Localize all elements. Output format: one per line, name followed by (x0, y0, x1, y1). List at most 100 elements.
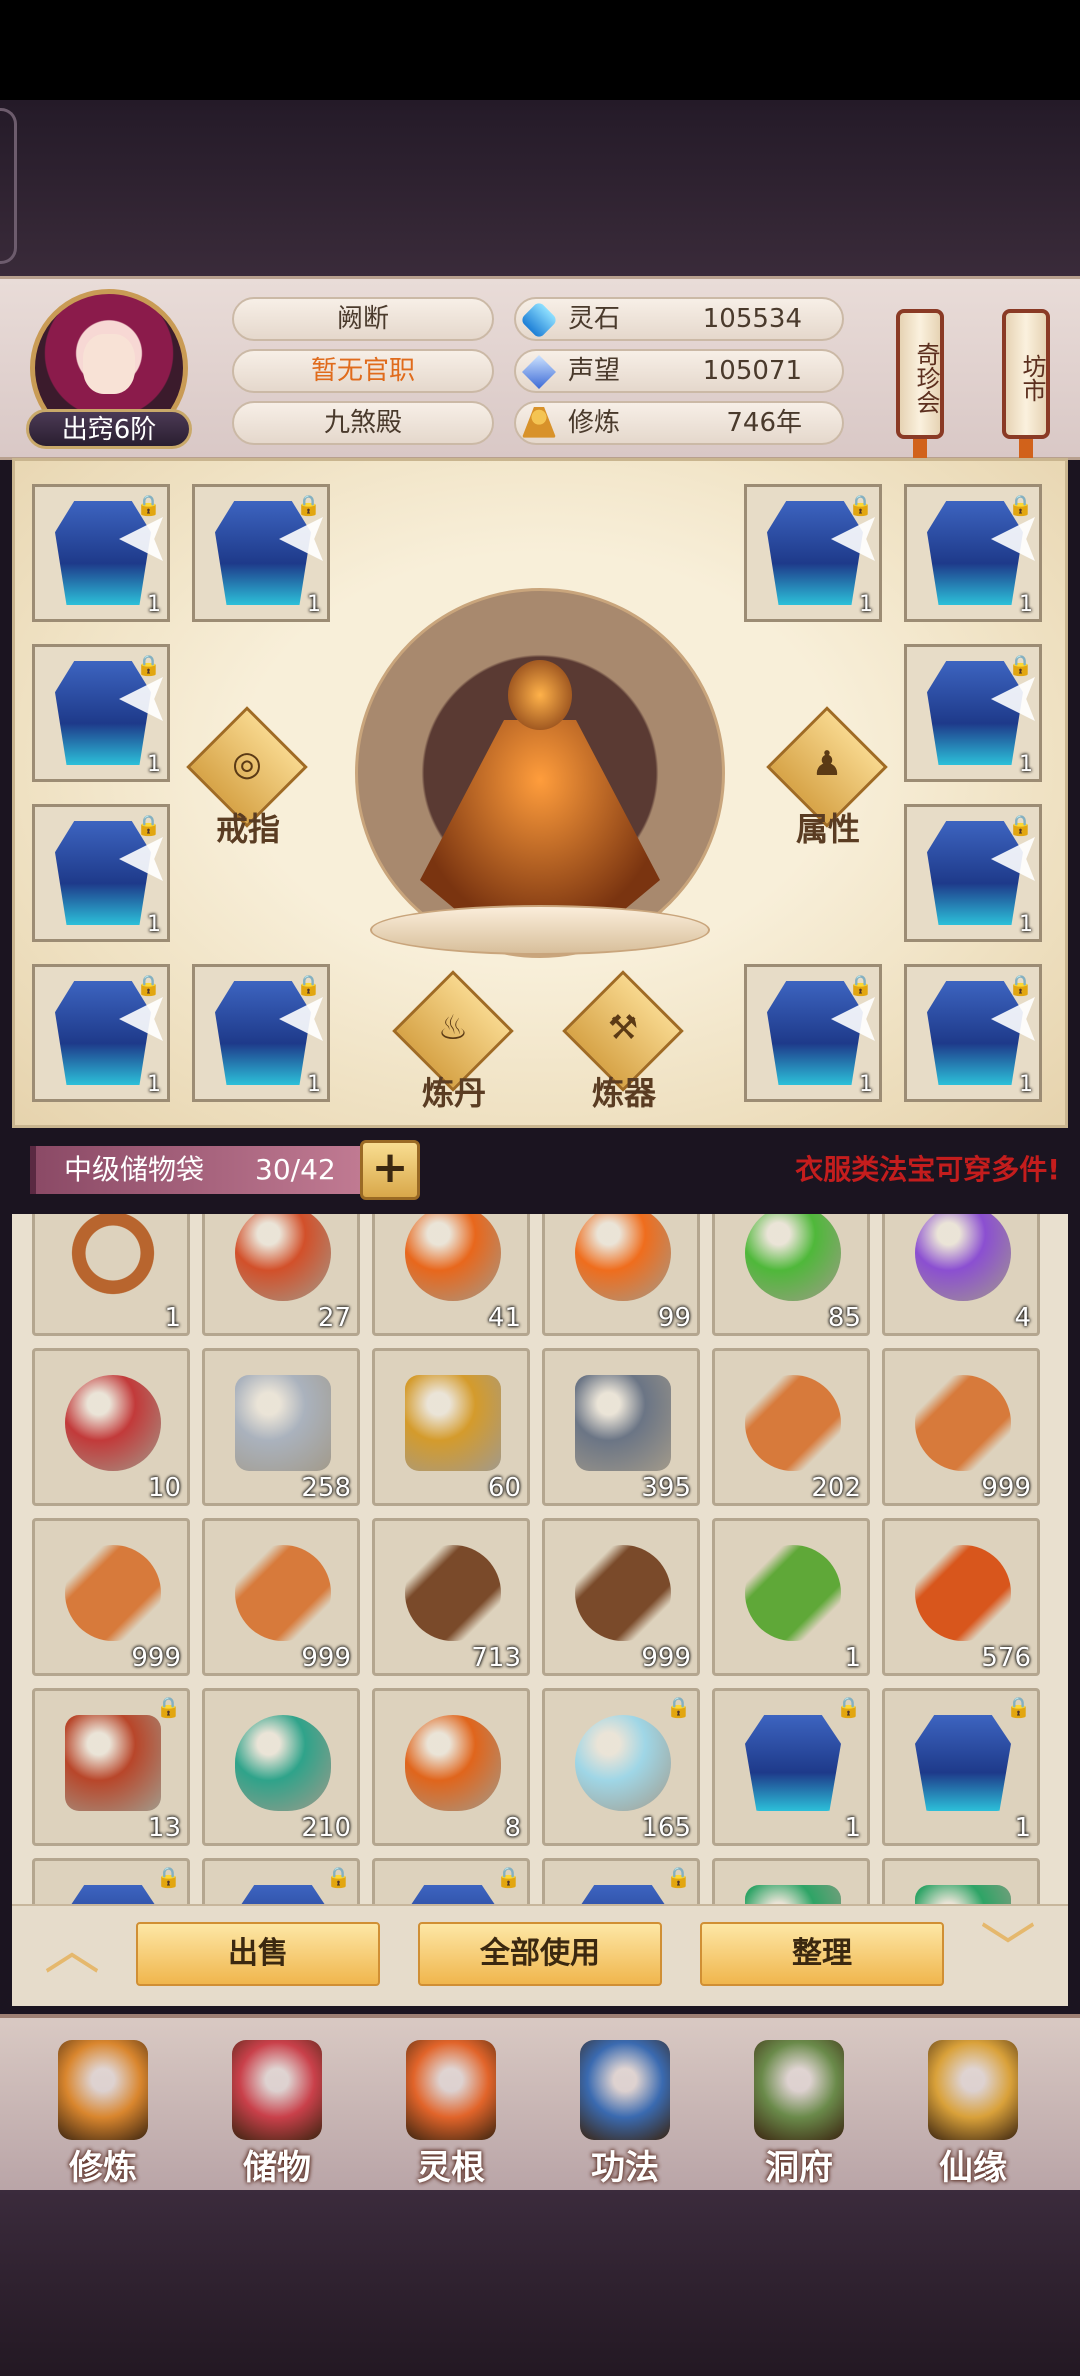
inventory-slot[interactable] (882, 1858, 1040, 1904)
lock-icon: 🔒 (1008, 973, 1033, 997)
equipment-slot[interactable]: 🔒 1 (192, 484, 330, 622)
top-background (0, 100, 1080, 278)
herb-item-icon (915, 1545, 1011, 1641)
equipment-slot[interactable]: 🔒 1 (744, 964, 882, 1102)
inventory-slot[interactable]: 🔒 (32, 1858, 190, 1904)
inventory-slot[interactable]: 🔒 (202, 1858, 360, 1904)
item-count: 999 (301, 1643, 351, 1673)
inventory-slot[interactable]: 🔒 (542, 1858, 700, 1904)
item-count: 1 (147, 592, 161, 617)
item-count: 999 (641, 1643, 691, 1673)
equipment-slot[interactable]: 🔒 1 (904, 484, 1042, 622)
item-count: 1 (844, 1813, 861, 1843)
prestige-crystal-icon (522, 355, 556, 389)
inventory-slot[interactable]: 258 (202, 1348, 360, 1506)
lock-icon: 🔒 (666, 1865, 691, 1889)
inventory-slot[interactable]: 210 (202, 1688, 360, 1846)
equipment-slot[interactable]: 🔒 1 (744, 484, 882, 622)
inventory-slot[interactable]: 🔒 1 (882, 1688, 1040, 1846)
inventory-slot[interactable]: 27 (202, 1214, 360, 1336)
root-item-icon (235, 1545, 331, 1641)
jade-item-icon (745, 1885, 841, 1904)
inventory-slot[interactable]: 🔒 1 (712, 1688, 870, 1846)
sell-button[interactable]: 出售 (136, 1922, 380, 1986)
inventory-slot[interactable]: 395 (542, 1348, 700, 1506)
root-item-icon (745, 1375, 841, 1471)
cave-dwelling-icon (754, 2040, 844, 2140)
market-banner[interactable]: 坊市 (1002, 309, 1050, 439)
equipment-slot[interactable]: 🔒 1 (32, 804, 170, 942)
armor-item-icon (575, 1885, 671, 1904)
armor-item-icon (745, 1715, 841, 1811)
equipment-slot[interactable]: 🔒 1 (32, 644, 170, 782)
inventory-slot[interactable]: 1 (32, 1214, 190, 1336)
nav-item-1[interactable]: 修炼 (28, 2032, 178, 2192)
inventory-slot[interactable]: 41 (372, 1214, 530, 1336)
equipment-slot[interactable]: 🔒 1 (32, 484, 170, 622)
item-count: 1 (1019, 1072, 1033, 1097)
scroll-down-button[interactable]: ﹀ (968, 1923, 1048, 1979)
inventory-slot[interactable]: 999 (542, 1518, 700, 1676)
stat-prestige: 声望 105071 (514, 349, 844, 393)
inventory-slot[interactable]: 576 (882, 1518, 1040, 1676)
nav-item-2[interactable]: 储物 (202, 2032, 352, 2192)
official-title[interactable]: 暂无官职 (232, 349, 494, 393)
nav-item-4[interactable]: 功法 (550, 2032, 700, 2192)
use-all-button[interactable]: 全部使用 (418, 1922, 662, 1986)
inventory-slot[interactable]: 85 (712, 1214, 870, 1336)
scroll-up-button[interactable]: ︿ (32, 1923, 112, 1979)
expand-bag-button[interactable]: + (360, 1140, 420, 1200)
spirit-stone-icon (519, 300, 559, 340)
inventory-slot[interactable]: 999 (32, 1518, 190, 1676)
item-count: 13 (147, 1813, 181, 1843)
inventory-slot[interactable]: 🔒 165 (542, 1688, 700, 1846)
inventory-slot[interactable] (712, 1858, 870, 1904)
nav-item-3[interactable]: 灵根 (376, 2032, 526, 2192)
ore-item-icon (235, 1375, 331, 1471)
inventory-slot[interactable]: 713 (372, 1518, 530, 1676)
inventory-slot[interactable]: 999 (202, 1518, 360, 1676)
equipment-slot[interactable]: 🔒 1 (904, 964, 1042, 1102)
item-count: 1 (147, 1072, 161, 1097)
lock-icon: 🔒 (296, 493, 321, 517)
banner-label: 坊市 (1018, 354, 1046, 402)
lock-icon: 🔒 (1006, 1695, 1031, 1719)
rank-badge: 出窍6阶 (26, 409, 192, 449)
inventory-slot[interactable]: 202 (712, 1348, 870, 1506)
stat-spirit-stone: 灵石 105534 (514, 297, 844, 341)
equipment-slot[interactable]: 🔒 1 (192, 964, 330, 1102)
inventory-slot[interactable]: 1 (712, 1518, 870, 1676)
ring-item-icon (65, 1214, 161, 1301)
technique-book-icon (580, 2040, 670, 2140)
rare-treasure-banner[interactable]: 奇珍会 (896, 309, 944, 439)
inventory-slot[interactable]: 999 (882, 1348, 1040, 1506)
orb-item-icon (745, 1214, 841, 1301)
inventory-slot[interactable]: 60 (372, 1348, 530, 1506)
alchemy-label: 炼丹 (421, 1074, 486, 1112)
inventory-grid[interactable]: 1 27 41 99 85 4 10 258 60 395 202 999 999 999 713 999 1 5… (12, 1214, 1068, 1904)
lock-icon: 🔒 (848, 493, 873, 517)
nav-label: 修炼 (69, 2148, 137, 2188)
sort-button[interactable]: 整理 (700, 1922, 944, 1986)
lock-icon: 🔒 (136, 493, 161, 517)
item-count: 713 (471, 1643, 521, 1673)
orb-item-icon (405, 1214, 501, 1301)
nav-item-5[interactable]: 洞府 (724, 2032, 874, 2192)
equipment-slot[interactable]: 🔒 1 (32, 964, 170, 1102)
lock-icon: 🔒 (1008, 813, 1033, 837)
nav-item-6[interactable]: 仙缘 (898, 2032, 1048, 2192)
sect-name[interactable]: 九煞殿 (232, 401, 494, 445)
inventory-slot[interactable]: 4 (882, 1214, 1040, 1336)
item-count: 1 (859, 1072, 873, 1097)
item-count: 1 (859, 592, 873, 617)
status-bar (0, 0, 1080, 100)
inventory-slot[interactable]: 8 (372, 1688, 530, 1846)
lock-icon: 🔒 (1008, 653, 1033, 677)
inventory-slot[interactable]: 10 (32, 1348, 190, 1506)
inventory-slot[interactable]: 🔒 13 (32, 1688, 190, 1846)
inventory-slot[interactable]: 🔒 (372, 1858, 530, 1904)
equipment-slot[interactable]: 🔒 1 (904, 644, 1042, 782)
inventory-slot[interactable]: 99 (542, 1214, 700, 1336)
item-count: 8 (504, 1813, 521, 1843)
equipment-slot[interactable]: 🔒 1 (904, 804, 1042, 942)
